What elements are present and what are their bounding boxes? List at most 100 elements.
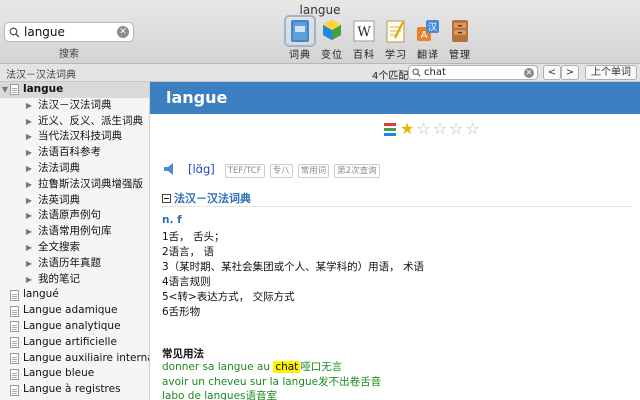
document-icon (10, 337, 19, 349)
prev-match-button[interactable]: < (543, 65, 561, 80)
usage-title: 常见用法 (162, 348, 204, 360)
sidebar-item-label: Langue à registres (23, 383, 121, 396)
sidebar-entry-item[interactable]: Langue adamique (0, 303, 149, 319)
headword-banner: langue (150, 82, 640, 114)
tool-group: 词典 变位 W 百科 学习 A汉 翻译 管理 (284, 15, 476, 61)
example-line: donner sa langue au chat 哑口无言 (162, 360, 381, 375)
speaker-icon[interactable] (164, 163, 178, 175)
sidebar-child-item[interactable]: ▶ 法英词典 (0, 193, 149, 209)
example-chinese: 发不出卷舌音 (318, 375, 382, 388)
disclosure-icon[interactable]: ▶ (24, 129, 34, 145)
sidebar-children: ▶ 法汉－汉法词典 ▶ 近义、反义、派生词典 ▶ 当代法汉科技词典 ▶ 法语百科参考 ▶ 法法词典… (0, 98, 149, 288)
sidebar-child-item[interactable]: ▶ 法语百科参考 (0, 145, 149, 161)
sidebar-entry-item[interactable]: Langue bleue (0, 366, 149, 382)
disclosure-icon[interactable]: ▶ (24, 161, 34, 177)
document-icon (10, 384, 19, 396)
pronunciation-row: [lɑ̃g] TEF/TCF 专八 常用词 第2次查询 (164, 162, 385, 178)
disclosure-icon[interactable]: ▶ (24, 272, 34, 288)
tool-label: 翻译 (417, 50, 439, 61)
sidebar: ▼ langue ▶ 法汉－汉法词典 ▶ 近义、反义、派生词典 ▶ 当代法汉科技词典 ▶ 法语… (0, 82, 150, 400)
sidebar-child-item[interactable]: ▶ 拉鲁斯法汉词典增强版 (0, 177, 149, 193)
sidebar-child-item[interactable]: ▶ 法语历年真题 (0, 256, 149, 272)
study-icon (386, 20, 405, 43)
search-input[interactable]: langue (24, 25, 117, 39)
sidebar-child-item[interactable]: ▶ 法法词典 (0, 161, 149, 177)
example-line: avoir un cheveu sur la langue发不出卷舌音 (162, 375, 381, 390)
disclosure-icon[interactable]: ▶ (24, 177, 34, 193)
tool-conjugation[interactable]: 变位 (316, 18, 348, 61)
example-chinese: 语音室 (245, 390, 278, 400)
tool-study[interactable]: 学习 (380, 18, 412, 61)
translate-icon: A汉 (417, 20, 439, 41)
document-icon (10, 352, 19, 364)
clear-search-icon[interactable]: ✕ (117, 26, 129, 38)
sidebar-item-label: Langue artificielle (23, 335, 117, 348)
document-icon (10, 289, 19, 301)
toolbar: langue langue ✕ 搜索 词典 变位 W 百科 学习 A汉 翻译 管… (0, 0, 640, 64)
find-input[interactable]: chat (424, 67, 524, 78)
find-field[interactable]: chat ✕ (408, 65, 538, 80)
sidebar-entry-item[interactable]: Langue artificielle (0, 335, 149, 351)
examples: donner sa langue au chat 哑口无言 avoir un che… (162, 360, 381, 400)
clear-find-icon[interactable]: ✕ (524, 67, 534, 78)
sidebar-child-item[interactable]: ▶ 我的笔记 (0, 272, 149, 288)
tool-label: 变位 (321, 50, 343, 61)
sidebar-entry-item[interactable]: Langue auxiliaire internation (0, 351, 149, 367)
disclosure-icon[interactable]: ▶ (24, 224, 34, 240)
disclosure-icon[interactable]: ▶ (24, 208, 34, 224)
sidebar-item-label: Langue analytique (23, 319, 121, 332)
star-empty-icon: ☆ (465, 119, 480, 138)
tool-manage[interactable]: 管理 (444, 18, 476, 61)
sidebar-root-item[interactable]: ▼ langue (0, 82, 149, 98)
conjugation-icon (323, 20, 341, 40)
sidebar-item-label: 法汉－汉法词典 (38, 98, 112, 111)
sidebar-item-label: 法语常用例句库 (38, 225, 112, 238)
sidebar-child-item[interactable]: ▶ 全文搜索 (0, 240, 149, 256)
disclosure-icon[interactable]: ▶ (24, 240, 34, 256)
sidebar-child-item[interactable]: ▶ 当代法汉科技词典 (0, 129, 149, 145)
sidebar-child-item[interactable]: ▶ 法语原声例句 (0, 208, 149, 224)
sidebar-item-label: 法语百科参考 (38, 146, 101, 159)
sidebar-child-item[interactable]: ▶ 法汉－汉法词典 (0, 98, 149, 114)
sidebar-entry-item[interactable]: Langue à registres (0, 382, 149, 398)
definition-line: 1舌， 舌头； (162, 231, 225, 243)
svg-text:汉: 汉 (428, 22, 437, 33)
tool-translate[interactable]: A汉 翻译 (412, 18, 444, 61)
match-count: 4个匹配 (372, 71, 409, 82)
tool-label: 管理 (449, 50, 471, 61)
dictionary-icon (284, 15, 316, 47)
word-tag: 常用词 (297, 163, 330, 178)
document-icon (10, 305, 19, 317)
tool-label: 百科 (353, 50, 375, 61)
sidebar-item-label: 我的笔记 (38, 272, 80, 285)
sidebar-item-label: 当代法汉科技词典 (38, 130, 122, 143)
example-line: labo de langues语音室 (162, 389, 381, 400)
manage-icon (452, 20, 468, 42)
sidebar-entry-item[interactable]: langué (0, 287, 149, 303)
disclosure-icon[interactable]: ▶ (24, 193, 34, 209)
disclosure-open-icon[interactable]: ▼ (0, 82, 10, 98)
sidebar-entries: langué Langue adamique Langue analytique La… (0, 287, 149, 398)
search-field[interactable]: langue ✕ (4, 22, 134, 42)
prev-word-button[interactable]: 上个单词 (585, 65, 637, 80)
disclosure-icon[interactable]: ▶ (24, 98, 34, 114)
sidebar-item-label: Langue bleue (23, 367, 95, 380)
svg-text:W: W (357, 25, 371, 40)
dictionary-section-header[interactable]: 法汉－汉法词典 (162, 190, 251, 206)
wikipedia-icon: W (353, 20, 375, 42)
next-match-button[interactable]: > (561, 65, 579, 80)
disclosure-icon[interactable]: ▶ (24, 256, 34, 272)
example-french: labo de langues (162, 390, 246, 400)
collapse-icon[interactable] (162, 193, 171, 203)
sidebar-child-item[interactable]: ▶ 近义、反义、派生词典 (0, 114, 149, 130)
example-french: avoir un cheveu sur la langue (162, 375, 319, 388)
tool-wikipedia[interactable]: W 百科 (348, 18, 380, 61)
sidebar-entry-item[interactable]: Langue analytique (0, 319, 149, 335)
sidebar-item-label: langue (23, 83, 64, 95)
tool-dictionary[interactable]: 词典 (284, 15, 316, 61)
disclosure-icon[interactable]: ▶ (24, 114, 34, 130)
headword: langue (166, 88, 228, 107)
entry-view: langue ★ ☆ ☆ ☆ ☆ [lɑ̃g] TEF/TCF 专八 常用词 第2次查询 法汉… (150, 82, 640, 400)
disclosure-icon[interactable]: ▶ (24, 145, 34, 161)
sidebar-child-item[interactable]: ▶ 法语常用例句库 (0, 224, 149, 240)
